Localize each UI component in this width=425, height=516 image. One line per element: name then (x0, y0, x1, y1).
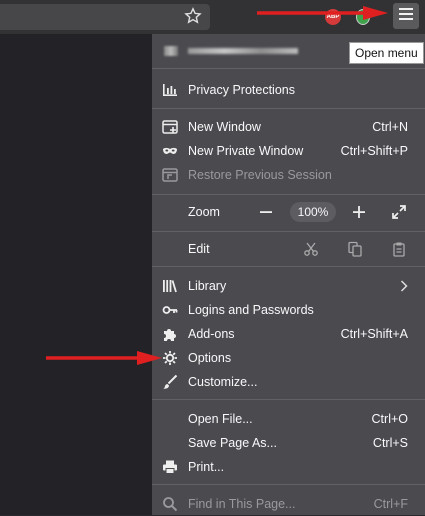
shortcut-label: Ctrl+N (372, 120, 408, 134)
search-icon (162, 496, 178, 512)
open-menu-button[interactable] (393, 3, 419, 29)
fullscreen-icon[interactable] (391, 204, 407, 220)
menu-item-privacy-protections[interactable]: Privacy Protections (152, 78, 425, 102)
menu-item-customize[interactable]: Customize... (152, 370, 425, 394)
edit-row: Edit (152, 237, 425, 261)
hamburger-icon (399, 7, 413, 25)
zoom-label: Zoom (188, 205, 220, 219)
library-icon (162, 278, 178, 294)
menu-item-label: Print... (188, 460, 225, 474)
menu-item-label: Customize... (188, 375, 258, 389)
menu-item-options[interactable]: Options (152, 346, 425, 370)
paste-icon[interactable] (391, 241, 407, 257)
star-icon[interactable] (184, 7, 202, 25)
divider (152, 484, 425, 485)
menu-item-label: New Private Window (188, 144, 304, 158)
divider (152, 68, 425, 69)
divider (152, 108, 425, 109)
shortcut-label: Ctrl+Shift+P (340, 144, 408, 158)
gear-icon (162, 350, 178, 366)
url-bar[interactable] (0, 4, 210, 30)
scissors-icon[interactable] (303, 241, 319, 257)
new-window-icon (162, 119, 178, 135)
menu-item-label: New Window (188, 120, 261, 134)
divider (152, 194, 425, 195)
annotation-arrow-options (46, 351, 162, 365)
menu-item-label: Library (188, 279, 227, 293)
puzzle-icon (162, 326, 178, 342)
plus-icon[interactable] (351, 204, 367, 220)
divider (152, 399, 425, 400)
printer-icon (162, 459, 178, 475)
copy-icon[interactable] (347, 241, 363, 257)
menu-item-save-page[interactable]: Save Page As... Ctrl+S (152, 431, 425, 455)
account-avatar (164, 46, 178, 56)
zoom-controls: 100% (252, 200, 412, 224)
minus-icon[interactable] (258, 204, 274, 220)
shortcut-label: Ctrl+F (373, 497, 408, 511)
restore-icon (162, 167, 178, 183)
menu-item-label: Logins and Passwords (188, 303, 314, 317)
menu-item-label: Save Page As... (188, 436, 277, 450)
annotation-arrow-menu (257, 6, 388, 20)
menu-item-label: Options (188, 351, 232, 365)
menu-item-print[interactable]: Print... (152, 455, 425, 479)
menu-item-label: Open File... (188, 412, 253, 426)
shortcut-label: Ctrl+O (371, 412, 408, 426)
open-menu-tooltip: Open menu (349, 42, 424, 64)
shortcut-label: Ctrl+S (372, 436, 408, 450)
key-icon (162, 302, 178, 318)
chevron-right-icon (400, 279, 408, 296)
zoom-reset-button[interactable]: 100% (290, 202, 336, 222)
menu-item-library[interactable]: Library (152, 274, 425, 298)
menu-item-logins-passwords[interactable]: Logins and Passwords (152, 298, 425, 322)
app-menu-panel: Privacy Protections New Window Ctrl+N Ne… (152, 34, 425, 515)
mask-icon (162, 143, 178, 159)
chart-icon (162, 82, 178, 98)
menu-item-new-window[interactable]: New Window Ctrl+N (152, 115, 425, 139)
menu-item-find[interactable]: Find in This Page... Ctrl+F (152, 492, 425, 516)
shortcut-label: Ctrl+Shift+A (340, 327, 408, 341)
menu-item-open-file[interactable]: Open File... Ctrl+O (152, 407, 425, 431)
menu-item-label: Find in This Page... (188, 497, 296, 511)
menu-item-label: Add-ons (188, 327, 235, 341)
menu-item-label: Privacy Protections (188, 83, 295, 97)
zoom-row: Zoom 100% (152, 200, 425, 224)
divider (152, 266, 425, 267)
page-content (0, 34, 152, 515)
menu-item-label: Restore Previous Session (188, 168, 332, 182)
menu-item-addons[interactable]: Add-ons Ctrl+Shift+A (152, 322, 425, 346)
edit-label: Edit (188, 242, 210, 256)
brush-icon (162, 374, 178, 390)
menu-item-new-private-window[interactable]: New Private Window Ctrl+Shift+P (152, 139, 425, 163)
account-name-blurred (188, 48, 298, 54)
divider (152, 231, 425, 232)
menu-item-restore-session[interactable]: Restore Previous Session (152, 163, 425, 187)
